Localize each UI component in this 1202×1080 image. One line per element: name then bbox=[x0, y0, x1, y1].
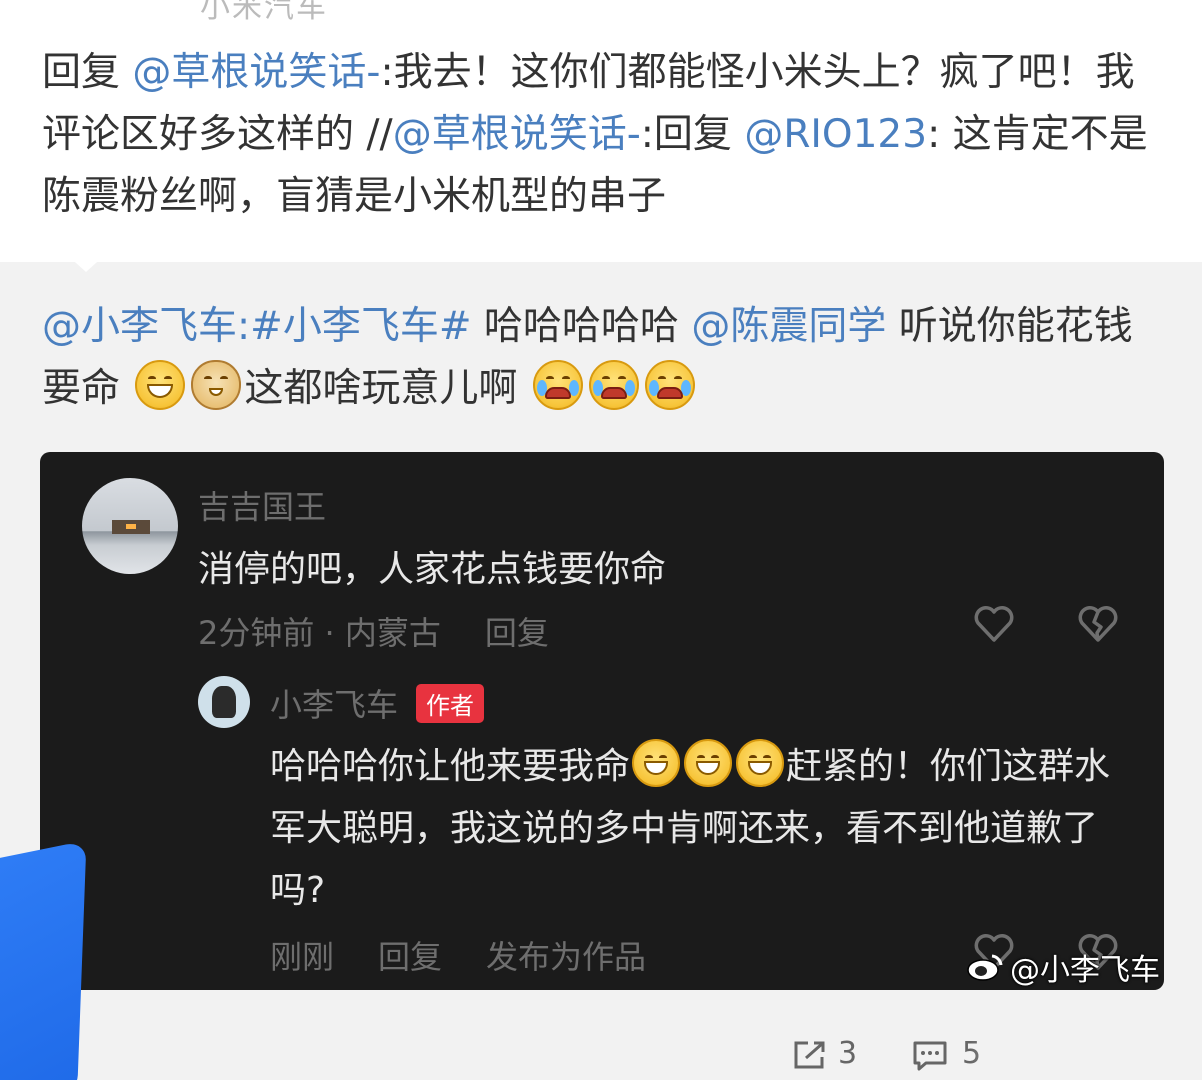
share-count: 3 bbox=[838, 1036, 858, 1071]
mention-chen-link[interactable]: @陈震同学 bbox=[691, 304, 886, 349]
author-badge: 作者 bbox=[416, 684, 484, 723]
doge-emoji-icon bbox=[191, 360, 242, 410]
author-name[interactable]: 小李飞车 bbox=[270, 680, 398, 726]
laugh-text: 哈哈哈哈哈 bbox=[471, 304, 692, 349]
laugh-cry-emoji-icon bbox=[588, 360, 639, 410]
grin-emoji-icon bbox=[632, 739, 681, 787]
mention-link[interactable]: @草根说笑话- bbox=[393, 112, 641, 157]
original-post-text: @小李飞车:#小李飞车# 哈哈哈哈哈 @陈震同学 听说你能花钱要命 这都啥玩意儿… bbox=[42, 296, 1162, 420]
weibo-logo-icon bbox=[967, 954, 1003, 981]
author-reply-content: 哈哈哈你让他来要我命 赶紧的！你们这群水军大聪明，我这说的多中肯啊还来，看不到他道… bbox=[270, 736, 1130, 922]
mention-link[interactable]: @草根说笑话- bbox=[132, 50, 380, 95]
watermark-text: @小李飞车 bbox=[1010, 953, 1160, 988]
grin-emoji-icon bbox=[684, 739, 733, 787]
heart-icon[interactable] bbox=[972, 602, 1016, 646]
comment-content: 消停的吧，人家花点钱要你命 bbox=[198, 549, 667, 590]
publish-as-work-button[interactable]: 发布为作品 bbox=[486, 938, 646, 976]
comment-screenshot-card: 吉吉国王 消停的吧，人家花点钱要你命 2分钟前 · 内蒙古 回复 小李飞车 作者 … bbox=[40, 452, 1164, 990]
clipped-header-text: 小米汽车 bbox=[200, 0, 328, 25]
author-avatar[interactable] bbox=[198, 676, 250, 728]
grin-emoji-icon bbox=[135, 360, 186, 410]
author-reply-button[interactable]: 回复 bbox=[378, 938, 442, 976]
reply-post: 小米汽车 回复 @草根说笑话-:我去！这你们都能怪小米头上？疯了吧！我评论区好多… bbox=[0, 0, 1202, 262]
commenter-name[interactable]: 吉吉国王 bbox=[198, 482, 326, 528]
reply-prefix: 回复 bbox=[42, 50, 133, 95]
grin-emoji-icon bbox=[736, 739, 785, 787]
colon: : bbox=[237, 304, 251, 349]
reply-connector: :回复 bbox=[640, 112, 745, 157]
author-reply-text-a: 哈哈哈你让他来要我命 bbox=[270, 746, 631, 787]
fade-overlay bbox=[970, 1030, 1202, 1080]
comment-time-location: 2分钟前 · 内蒙古 bbox=[198, 614, 441, 652]
mention-link[interactable]: @RIO123 bbox=[744, 112, 927, 157]
author-reply-time: 刚刚 bbox=[270, 938, 335, 976]
dislike-icon[interactable] bbox=[1076, 602, 1120, 646]
comment-icon[interactable] bbox=[912, 1040, 948, 1072]
author-reply-meta: 刚刚 回复 发布为作品 bbox=[270, 932, 690, 978]
action-bar: 3 5 bbox=[0, 1030, 1202, 1080]
weibo-watermark: @小李飞车 bbox=[966, 945, 1160, 989]
avatar[interactable] bbox=[82, 478, 178, 574]
share-icon[interactable] bbox=[792, 1040, 828, 1070]
hashtag-link[interactable]: #小李飞车# bbox=[250, 304, 471, 349]
post-text-b: 这都啥玩意儿啊 bbox=[244, 366, 518, 411]
comment-reply-button[interactable]: 回复 bbox=[485, 614, 549, 652]
quote-notch bbox=[66, 254, 106, 272]
reply-post-text: 回复 @草根说笑话-:我去！这你们都能怪小米头上？疯了吧！我评论区好多这样的 /… bbox=[42, 42, 1162, 228]
mention-author-link[interactable]: @小李飞车 bbox=[42, 304, 237, 349]
comment-meta: 2分钟前 · 内蒙古 回复 bbox=[198, 608, 549, 654]
laugh-cry-emoji-icon bbox=[532, 360, 583, 410]
laugh-cry-emoji-icon bbox=[644, 360, 695, 410]
